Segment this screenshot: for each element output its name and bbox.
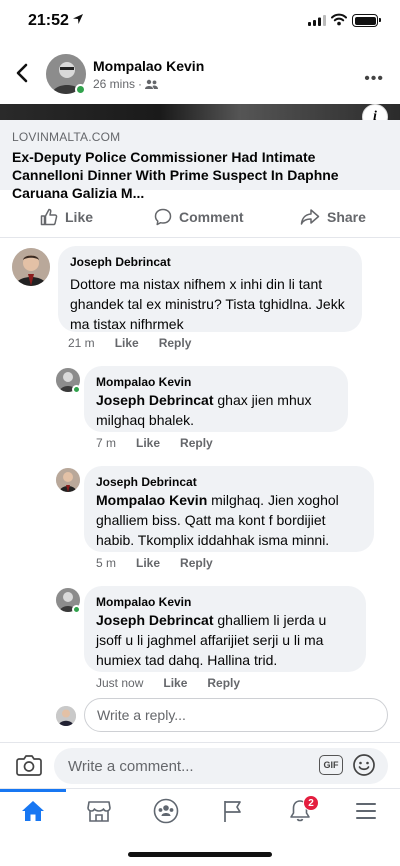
comment-reply-button[interactable]: Reply [159, 336, 192, 350]
reply-author[interactable]: Mompalao Kevin [96, 594, 354, 610]
share-button[interactable]: Share [300, 208, 366, 226]
home-indicator [128, 852, 272, 857]
status-time: 21:52 [28, 12, 69, 29]
reply-time: Just now [96, 676, 144, 690]
comment-icon [154, 208, 172, 226]
camera-icon[interactable] [16, 753, 42, 777]
online-indicator [72, 605, 81, 614]
groups-icon [153, 798, 179, 824]
active-tab-indicator [0, 789, 66, 792]
like-icon [40, 208, 58, 226]
comment-text: Dottore ma nistax nifhem x inhi din li t… [70, 276, 345, 332]
gif-icon[interactable]: GIF [319, 755, 343, 775]
battery-icon [352, 14, 381, 27]
home-icon [22, 801, 44, 821]
comment-time: 21 m [68, 336, 95, 350]
post-meta: 26 mins · [93, 77, 159, 91]
reply-time: 5 m [96, 556, 117, 570]
reply-time: 7 m [96, 436, 117, 450]
comment-bubble: Joseph Debrincat Dottore ma nistax nifhe… [58, 246, 362, 332]
reply-like-button[interactable]: Like [163, 676, 187, 690]
tab-groups[interactable] [146, 797, 186, 825]
author-name[interactable]: Mompalao Kevin [93, 58, 204, 74]
menu-icon [356, 803, 376, 819]
comment-label: Comment [179, 209, 244, 225]
post-actions: Like Comment Share [0, 200, 400, 238]
wifi-icon [331, 13, 347, 26]
online-indicator [75, 84, 86, 95]
reply-input[interactable]: Write a reply... [84, 698, 388, 732]
reply-text: Joseph Debrincat ghalliem li jerda u jso… [96, 610, 354, 670]
reply-mention[interactable]: Joseph Debrincat [96, 392, 213, 408]
more-options-icon[interactable]: ••• [364, 70, 384, 88]
tab-bar: 2 [0, 788, 400, 832]
friends-icon [145, 79, 159, 89]
comment-like-button[interactable]: Like [115, 336, 139, 350]
reply-reply-button[interactable]: Reply [207, 676, 240, 690]
notification-badge: 2 [303, 795, 319, 811]
tab-pages[interactable] [213, 797, 253, 825]
tab-home[interactable] [13, 797, 53, 825]
emoji-icon[interactable] [352, 753, 376, 777]
reply-bubble: Mompalao Kevin Joseph Debrincat ghax jie… [84, 366, 348, 432]
reply-author[interactable]: Joseph Debrincat [96, 474, 362, 490]
current-user-avatar [56, 706, 76, 726]
share-icon [300, 209, 320, 225]
reply-bubble: Mompalao Kevin Joseph Debrincat ghalliem… [84, 586, 366, 672]
link-domain: LOVINMALTA.COM [12, 130, 121, 144]
location-arrow-icon [73, 14, 83, 24]
reply-meta: 5 m Like Reply [96, 556, 213, 570]
share-label: Share [327, 209, 366, 225]
tab-marketplace[interactable] [79, 797, 119, 825]
comment-button[interactable]: Comment [154, 208, 244, 226]
post-header: Mompalao Kevin 26 mins · ••• [0, 44, 400, 104]
link-preview[interactable]: LOVINMALTA.COM Ex-Deputy Police Commissi… [0, 120, 400, 201]
comment-composer: Write a comment... GIF [0, 742, 400, 788]
reply-reply-button[interactable]: Reply [180, 436, 213, 450]
reply-text: Joseph Debrincat ghax jien mhux milghaq … [96, 390, 336, 430]
reply-bubble: Joseph Debrincat Mompalao Kevin milghaq.… [84, 466, 374, 552]
tab-menu[interactable] [346, 797, 386, 825]
reply-like-button[interactable]: Like [136, 436, 160, 450]
link-preview-image[interactable] [0, 104, 400, 120]
reply-mention[interactable]: Joseph Debrincat [96, 612, 213, 628]
reply-meta: 7 m Like Reply [96, 436, 213, 450]
back-icon[interactable] [12, 62, 34, 84]
commenter-avatar[interactable] [12, 248, 50, 286]
reply-reply-button[interactable]: Reply [180, 556, 213, 570]
like-label: Like [65, 209, 94, 225]
reply-mention[interactable]: Mompalao Kevin [96, 492, 207, 508]
online-indicator [72, 385, 81, 394]
pages-flag-icon [224, 801, 241, 822]
comment-meta: 21 m Like Reply [68, 336, 191, 350]
reply-meta: Just now Like Reply [96, 676, 240, 690]
meta-separator: · [138, 77, 143, 91]
reply-author-avatar[interactable] [56, 468, 80, 492]
reply-like-button[interactable]: Like [136, 556, 160, 570]
comment-author[interactable]: Joseph Debrincat [70, 254, 350, 270]
link-title: Ex-Deputy Police Commissioner Had Intima… [12, 149, 339, 201]
reply-text: Mompalao Kevin milghaq. Jien xoghol ghal… [96, 490, 362, 550]
like-button[interactable]: Like [40, 208, 93, 226]
signal-icon [308, 15, 326, 26]
post-time[interactable]: 26 mins [93, 77, 135, 91]
marketplace-icon [87, 801, 111, 822]
reply-author[interactable]: Mompalao Kevin [96, 374, 336, 390]
status-bar: 21:52 [0, 0, 400, 44]
